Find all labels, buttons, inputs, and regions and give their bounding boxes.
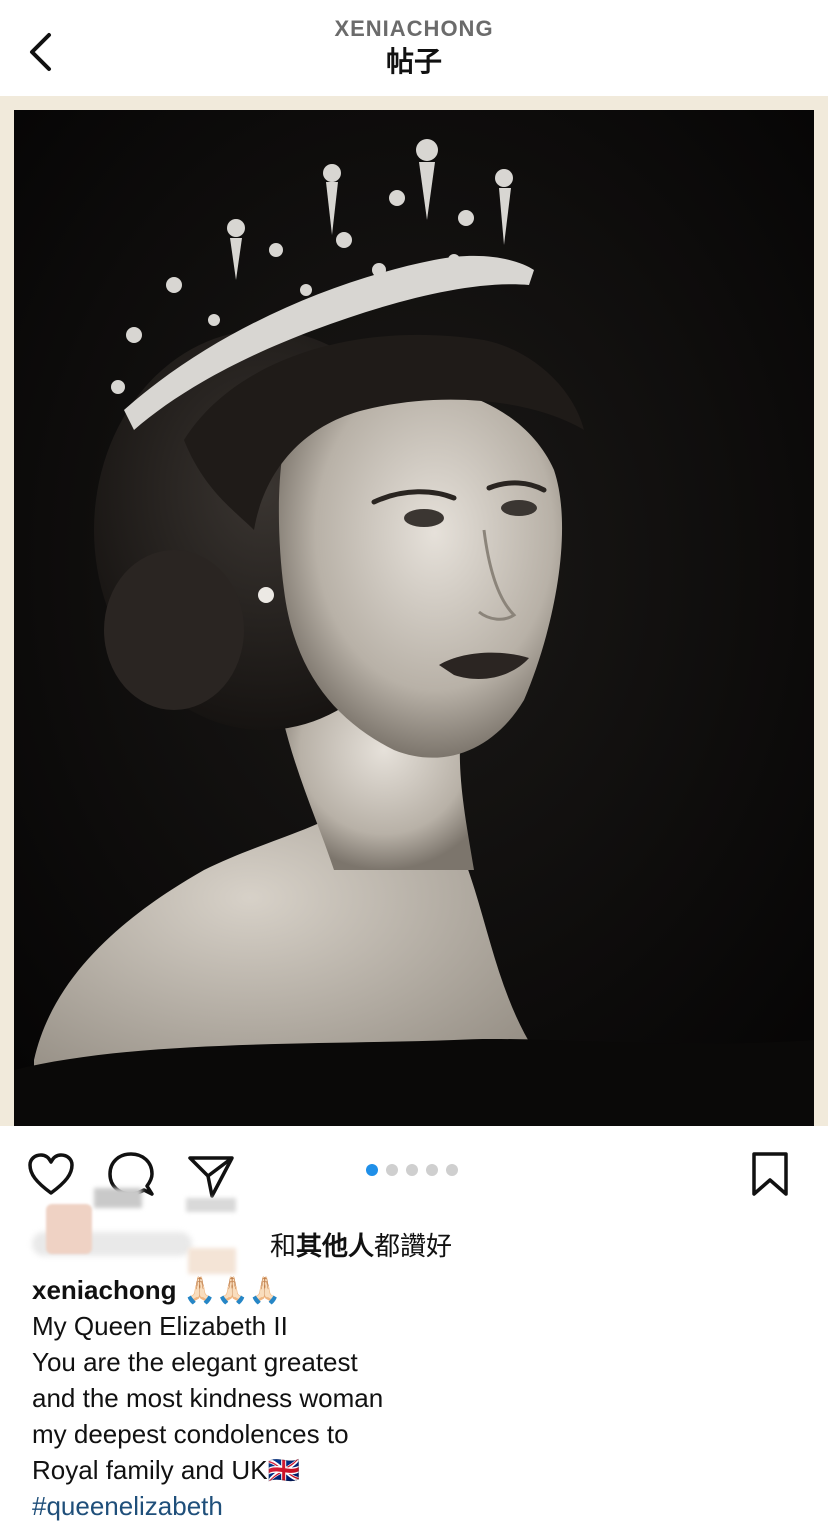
post-image-frame[interactable] (0, 96, 828, 1126)
carousel-dot[interactable] (406, 1164, 418, 1176)
header-titles: XENIACHONG 帖子 (0, 14, 828, 80)
post-caption: xeniachong 🙏🏻🙏🏻🙏🏻 My Queen Elizabeth II … (32, 1272, 792, 1524)
likes-suffix: 都讚好 (374, 1231, 453, 1261)
portrait-illustration (14, 110, 814, 1126)
caption-line: Royal family and UK🇬🇧 (32, 1455, 300, 1485)
likes-summary[interactable]: 和其他人都讚好 (32, 1188, 792, 1274)
blurred-liker-name (186, 1198, 236, 1212)
caption-line: You are the elegant greatest (32, 1347, 358, 1377)
carousel-dot[interactable] (386, 1164, 398, 1176)
carousel-indicator (366, 1164, 458, 1176)
hashtag-link[interactable]: #queenelizabeth (32, 1488, 792, 1524)
caption-line: My Queen Elizabeth II (32, 1311, 288, 1341)
others-link[interactable]: 其他人 (296, 1231, 374, 1261)
caption-line: my deepest condolences to (32, 1419, 349, 1449)
caption-username[interactable]: xeniachong (32, 1275, 176, 1305)
pray-emoji: 🙏🏻🙏🏻🙏🏻 (183, 1275, 281, 1305)
carousel-dot[interactable] (426, 1164, 438, 1176)
header-username[interactable]: XENIACHONG (0, 14, 828, 44)
carousel-dot[interactable] (446, 1164, 458, 1176)
blurred-liker-name (188, 1248, 236, 1274)
post-image[interactable] (14, 110, 814, 1126)
likes-prefix: 和 (270, 1231, 297, 1261)
likes-text: 和其他人都讚好 (270, 1226, 452, 1263)
blurred-liker-name (94, 1188, 142, 1208)
top-bar: XENIACHONG 帖子 (0, 0, 828, 96)
page-title: 帖子 (385, 46, 442, 77)
blurred-liker-avatar (46, 1204, 92, 1254)
caption-line: and the most kindness woman (32, 1383, 384, 1413)
carousel-dot[interactable] (366, 1164, 378, 1176)
caption-header: xeniachong 🙏🏻🙏🏻🙏🏻 (32, 1272, 792, 1308)
